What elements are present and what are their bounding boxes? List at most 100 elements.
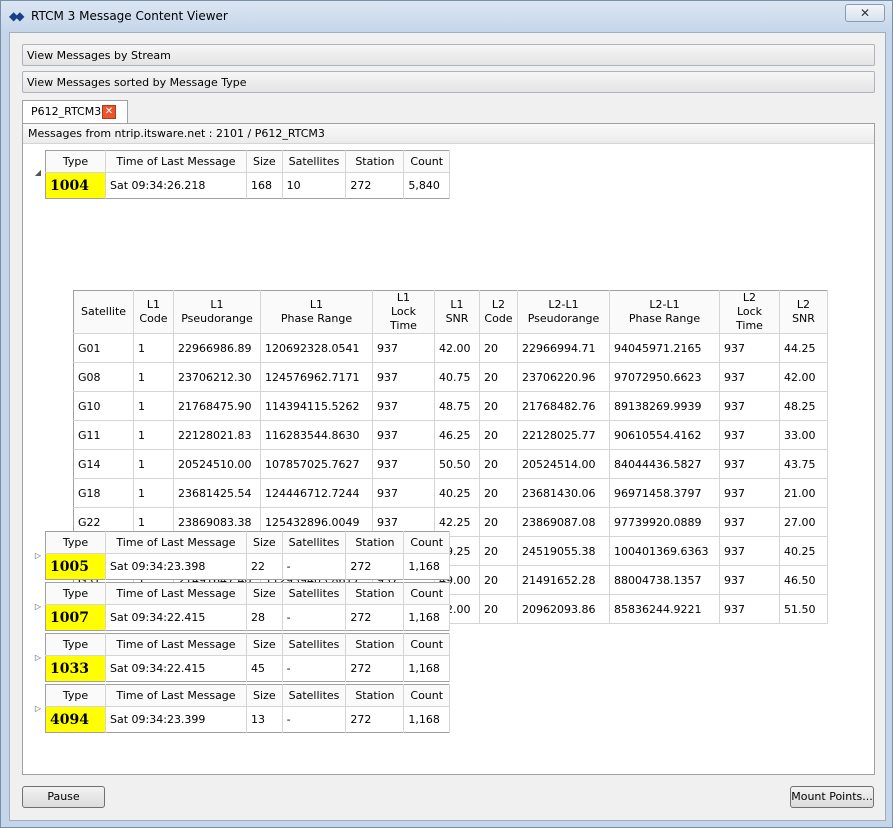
col-header-size: Size: [246, 150, 283, 173]
expand-toggle-1033[interactable]: ▷: [33, 653, 43, 663]
sat-col-header: L1 Pseudorange: [173, 290, 261, 334]
message-count: 1,168: [403, 655, 451, 682]
satellite-cell: 22128021.83: [173, 420, 261, 450]
satellite-cell: 107857025.7627: [260, 449, 373, 479]
satellite-cell: 21768475.90: [173, 391, 261, 421]
tab-panel: Messages from ntrip.itsware.net : 2101 /…: [22, 123, 875, 775]
sat-col-header-line: SNR: [792, 312, 815, 325]
col-header-satellites: Satellites: [282, 633, 347, 656]
satellite-cell: 43.75: [779, 449, 828, 479]
col-header-station: Station: [345, 633, 405, 656]
app-icon: ◆◆: [9, 9, 24, 23]
satellite-cell: 23706212.30: [173, 362, 261, 392]
col-header-type: Type: [45, 531, 106, 554]
satellite-cell: 937: [719, 507, 780, 537]
satellite-cell: 48.75: [434, 391, 480, 421]
satellite-cell: G18: [73, 478, 134, 508]
message-row[interactable]: 1004 Sat 09:34:26.218 168 10 272 5,840: [45, 172, 451, 199]
message-row[interactable]: 1033 Sat 09:34:22.415 45 - 272 1,168: [45, 655, 451, 682]
sat-col-header: L2 Code: [479, 290, 518, 334]
satellite-cell: 84044436.5827: [609, 449, 720, 479]
message-size: 168: [246, 172, 283, 199]
col-header-type: Type: [45, 150, 106, 173]
satellite-cell: 937: [719, 478, 780, 508]
panel-header: Messages from ntrip.itsware.net : 2101 /…: [23, 124, 874, 144]
satellite-cell: 40.75: [434, 362, 480, 392]
message-row[interactable]: 1005 Sat 09:34:23.398 22 - 272 1,168: [45, 553, 451, 580]
satellite-cell: 937: [719, 565, 780, 595]
col-header-type: Type: [45, 684, 106, 707]
message-row[interactable]: 1007 Sat 09:34:22.415 28 - 272 1,168: [45, 604, 451, 631]
satellite-cell: 1: [133, 333, 174, 363]
satellite-cell: 20: [479, 536, 518, 566]
satellite-row[interactable]: G11 1 22128021.83 116283544.8630 937 46.25 20 2…: [73, 420, 828, 450]
satellite-cell: G01: [73, 333, 134, 363]
tab-close-icon[interactable]: ✕: [102, 105, 116, 119]
col-header-type: Type: [45, 633, 106, 656]
satellite-cell: 23681425.54: [173, 478, 261, 508]
satellite-cell: 44.25: [779, 333, 828, 363]
message-size: 45: [246, 655, 283, 682]
col-header-time: Time of Last Message: [105, 684, 247, 707]
satellite-row[interactable]: G10 1 21768475.90 114394115.5262 937 48.75 20 2…: [73, 391, 828, 421]
satellite-cell: 937: [719, 362, 780, 392]
message-size: 22: [246, 553, 283, 580]
satellite-row[interactable]: G18 1 23681425.54 124446712.7244 937 40.25 20 2…: [73, 478, 828, 508]
sat-col-header-line: Lock Time: [390, 305, 417, 332]
satellite-cell: 33.00: [779, 420, 828, 450]
sat-col-header-line: Pseudorange: [527, 312, 600, 325]
expand-toggle-1005[interactable]: ▷: [33, 551, 43, 561]
window-close-button[interactable]: ✕: [845, 4, 885, 22]
satellite-cell: 20: [479, 478, 518, 508]
col-header-time: Time of Last Message: [105, 531, 247, 554]
col-header-size: Size: [246, 531, 283, 554]
expander-by-stream[interactable]: View Messages by Stream: [22, 44, 875, 66]
sat-col-header: L1 Phase Range: [260, 290, 373, 334]
expander-by-type[interactable]: View Messages sorted by Message Type: [22, 71, 875, 93]
satellite-cell: 24519055.38: [517, 536, 610, 566]
message-table-1004: Type Time of Last Message Size Satellite…: [45, 150, 451, 199]
tab-p612-rtcm3[interactable]: P612_RTCM3 ✕: [22, 100, 128, 124]
message-type-badge: 1004: [45, 172, 106, 199]
satellite-cell: 20: [479, 333, 518, 363]
collapse-toggle-1004[interactable]: ◢: [33, 168, 43, 178]
satellite-row[interactable]: G08 1 23706212.30 124576962.7171 937 40.75 20 2…: [73, 362, 828, 392]
satellite-row[interactable]: G01 1 22966986.89 120692328.0541 937 42.00 20 2…: [73, 333, 828, 363]
pause-button[interactable]: Pause: [22, 786, 105, 808]
viewer-window: ◆◆ RTCM 3 Message Content Viewer ✕ View …: [0, 0, 893, 828]
sat-col-header-line: Phase Range: [628, 312, 701, 325]
satellite-cell: 20: [479, 594, 518, 624]
col-header-satellites: Satellites: [282, 150, 347, 173]
col-header-time: Time of Last Message: [105, 633, 247, 656]
satellite-row[interactable]: G14 1 20524510.00 107857025.7627 937 50.50 20 2…: [73, 449, 828, 479]
message-row[interactable]: 4094 Sat 09:34:23.399 13 - 272 1,168: [45, 706, 451, 733]
satellite-cell: 21491652.28: [517, 565, 610, 595]
satellite-cell: 23681430.06: [517, 478, 610, 508]
col-header-time: Time of Last Message: [105, 150, 247, 173]
satellite-cell: 42.00: [779, 362, 828, 392]
expander-label: View Messages by Stream: [27, 49, 171, 62]
col-header-count: Count: [403, 633, 451, 656]
message-count: 1,168: [403, 706, 451, 733]
sat-col-header: L1 Code: [133, 290, 174, 334]
col-header-station: Station: [345, 684, 405, 707]
satellite-cell: 23869087.08: [517, 507, 610, 537]
col-header-size: Size: [246, 633, 283, 656]
message-table-1033: Type Time of Last Message Size Satellite…: [45, 633, 451, 682]
message-type-badge: 1033: [45, 655, 106, 682]
expand-toggle-4094[interactable]: ▷: [33, 704, 43, 714]
satellite-cell: 114394115.5262: [260, 391, 373, 421]
message-station: 272: [345, 655, 405, 682]
message-time: Sat 09:34:22.415: [105, 655, 247, 682]
message-satellites: -: [282, 553, 347, 580]
message-time: Sat 09:34:22.415: [105, 604, 247, 631]
satellite-cell: 20: [479, 391, 518, 421]
message-satellites: -: [282, 706, 347, 733]
col-header-satellites: Satellites: [282, 531, 347, 554]
title-bar[interactable]: ◆◆ RTCM 3 Message Content Viewer ✕: [1, 1, 892, 32]
expand-toggle-1007[interactable]: ▷: [33, 602, 43, 612]
sat-col-header-line: L1: [450, 298, 464, 311]
satellite-cell: 937: [372, 449, 435, 479]
mount-points-button[interactable]: Mount Points...: [790, 786, 874, 808]
satellite-cell: 27.00: [779, 507, 828, 537]
